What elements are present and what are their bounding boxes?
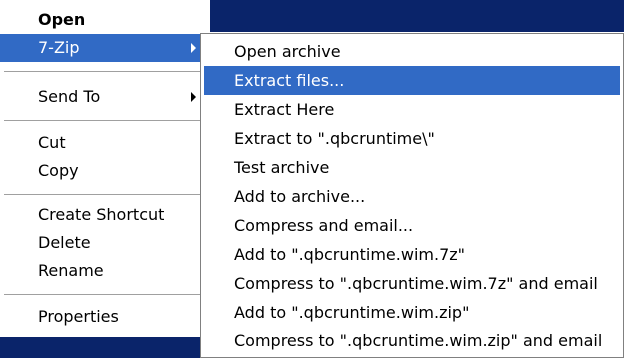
menu-separator: [4, 120, 204, 122]
submenu-item-add-to-zip[interactable]: Add to ".qbcruntime.wim.zip": [204, 298, 620, 327]
7zip-submenu: Open archive Extract files... Extract He…: [200, 33, 624, 358]
menu-item-label: Cut: [38, 133, 66, 152]
submenu-item-test-archive[interactable]: Test archive: [204, 153, 620, 182]
context-menu: Open 7-Zip Send To Cut Copy Create Short…: [0, 0, 208, 337]
submenu-item-label: Extract files...: [234, 71, 345, 90]
submenu-item-compress-7z-email[interactable]: Compress to ".qbcruntime.wim.7z" and ema…: [204, 269, 620, 298]
menu-item-7zip[interactable]: 7-Zip: [0, 34, 206, 62]
submenu-item-label: Test archive: [234, 158, 330, 177]
menu-separator: [4, 194, 204, 196]
submenu-item-add-to-7z[interactable]: Add to ".qbcruntime.wim.7z": [204, 240, 620, 269]
menu-item-cut[interactable]: Cut: [0, 129, 206, 157]
submenu-item-label: Add to ".qbcruntime.wim.7z": [234, 245, 465, 264]
menu-item-rename[interactable]: Rename: [0, 257, 206, 285]
submenu-item-extract-files[interactable]: Extract files...: [204, 66, 620, 95]
submenu-item-extract-here[interactable]: Extract Here: [204, 95, 620, 124]
menu-separator: [4, 294, 204, 296]
submenu-item-label: Extract Here: [234, 100, 335, 119]
menu-item-delete[interactable]: Delete: [0, 229, 206, 257]
submenu-arrow-icon: [191, 92, 196, 102]
menu-item-label: Send To: [38, 87, 101, 106]
menu-item-label: Copy: [38, 161, 79, 180]
selection-band-bottom: [0, 337, 200, 358]
submenu-item-add-to-archive[interactable]: Add to archive...: [204, 182, 620, 211]
menu-item-label: Rename: [38, 261, 104, 280]
menu-item-send-to[interactable]: Send To: [0, 83, 206, 111]
context-menu-stage: Open 7-Zip Send To Cut Copy Create Short…: [0, 0, 624, 358]
submenu-item-label: Compress to ".qbcruntime.wim.7z" and ema…: [234, 274, 598, 293]
submenu-item-compress-zip-email[interactable]: Compress to ".qbcruntime.wim.zip" and em…: [204, 326, 620, 355]
menu-separator: [4, 71, 204, 73]
submenu-item-open-archive[interactable]: Open archive: [204, 37, 620, 66]
menu-item-label: Properties: [38, 307, 119, 326]
submenu-item-label: Compress to ".qbcruntime.wim.zip" and em…: [234, 331, 603, 350]
submenu-item-extract-to[interactable]: Extract to ".qbcruntime\": [204, 124, 620, 153]
menu-item-label: 7-Zip: [38, 38, 80, 57]
menu-item-label: Open: [38, 10, 86, 29]
submenu-item-compress-and-email[interactable]: Compress and email...: [204, 211, 620, 240]
submenu-arrow-icon: [191, 43, 196, 53]
submenu-item-label: Open archive: [234, 42, 341, 61]
selection-band-top: [210, 0, 624, 32]
menu-item-copy[interactable]: Copy: [0, 157, 206, 185]
menu-item-properties[interactable]: Properties: [0, 303, 206, 331]
submenu-item-label: Add to ".qbcruntime.wim.zip": [234, 303, 470, 322]
submenu-item-label: Extract to ".qbcruntime\": [234, 129, 435, 148]
menu-item-open[interactable]: Open: [0, 6, 206, 34]
submenu-item-label: Add to archive...: [234, 187, 366, 206]
menu-item-create-shortcut[interactable]: Create Shortcut: [0, 201, 206, 229]
submenu-item-label: Compress and email...: [234, 216, 414, 235]
menu-item-label: Create Shortcut: [38, 205, 165, 224]
menu-item-label: Delete: [38, 233, 91, 252]
